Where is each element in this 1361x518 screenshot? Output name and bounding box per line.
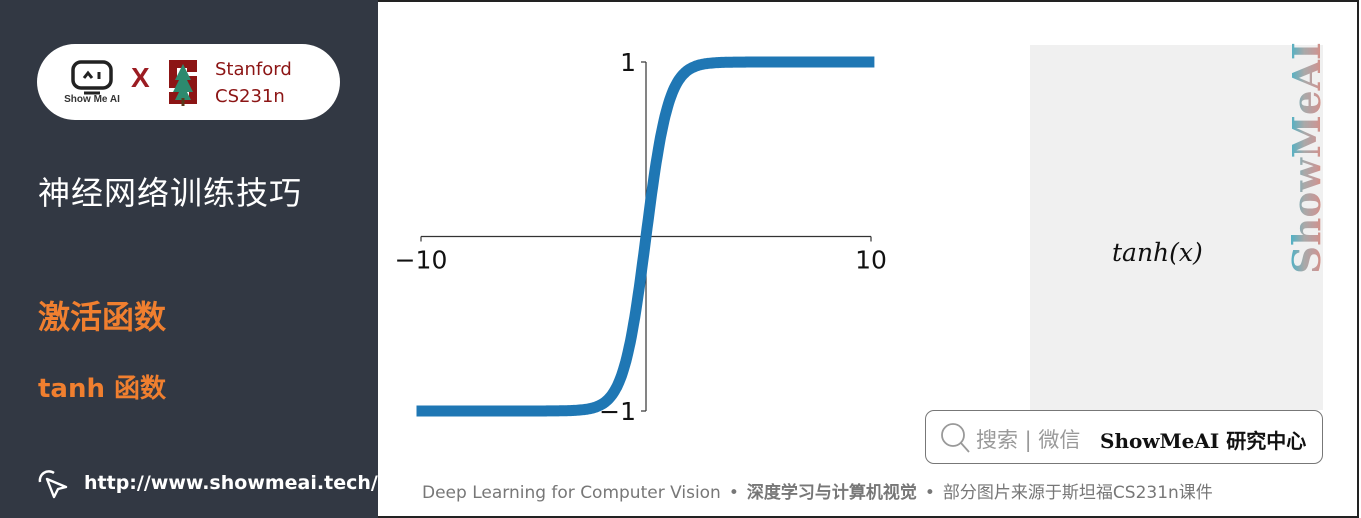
website-url[interactable]: http://www.showmeai.tech/: [84, 472, 378, 494]
showmeai-logo-label: Show Me AI: [64, 94, 120, 105]
collab-x-sign: X: [131, 62, 150, 93]
formula-panel: [1030, 45, 1323, 410]
search-hint: 搜索 | 微信: [976, 428, 1081, 452]
x-tick-label: 10: [855, 246, 887, 275]
formula-text: tanh(x): [1112, 238, 1203, 267]
y-tick-label: 1: [620, 48, 636, 77]
x-tick-label: −10: [395, 246, 448, 275]
footer-chinese-title: 深度学习与计算机视觉: [746, 483, 917, 503]
footer: Deep Learning for Computer Vision • 深度学习与计…: [422, 478, 1213, 503]
stanford-name: Stanford: [215, 59, 292, 80]
wechat-search-box[interactable]: 搜索 | 微信 ShowMeAI 研究中心: [925, 410, 1323, 464]
footer-credit: 部分图片来源于斯坦福CS231n课件: [942, 483, 1213, 503]
course-title: 神经网络训练技巧: [38, 174, 303, 212]
sidebar: Show Me AI X Stanford CS231n 神经网络训练技巧 激活…: [0, 0, 378, 518]
search-icon: [941, 423, 970, 453]
stanford-course-label: Stanford CS231n: [215, 56, 292, 110]
logo-banner: Show Me AI X Stanford CS231n: [37, 44, 340, 120]
watermark-text: ShowMeAI: [1290, 42, 1326, 274]
footer-english: Deep Learning for Computer Vision: [422, 483, 721, 503]
sub-title: tanh 函数: [38, 374, 167, 404]
footer-separator: •: [728, 483, 739, 503]
search-brand: ShowMeAI 研究中心: [1100, 429, 1307, 453]
showmeai-watermark: ShowMeAI: [1290, 42, 1326, 274]
footer-separator: •: [924, 483, 935, 503]
course-code: CS231n: [215, 86, 285, 107]
section-title: 激活函数: [38, 298, 167, 336]
tanh-chart: −10 10−11: [395, 48, 887, 426]
cursor-click-icon: [38, 470, 68, 499]
stanford-logo-icon: [169, 60, 197, 106]
